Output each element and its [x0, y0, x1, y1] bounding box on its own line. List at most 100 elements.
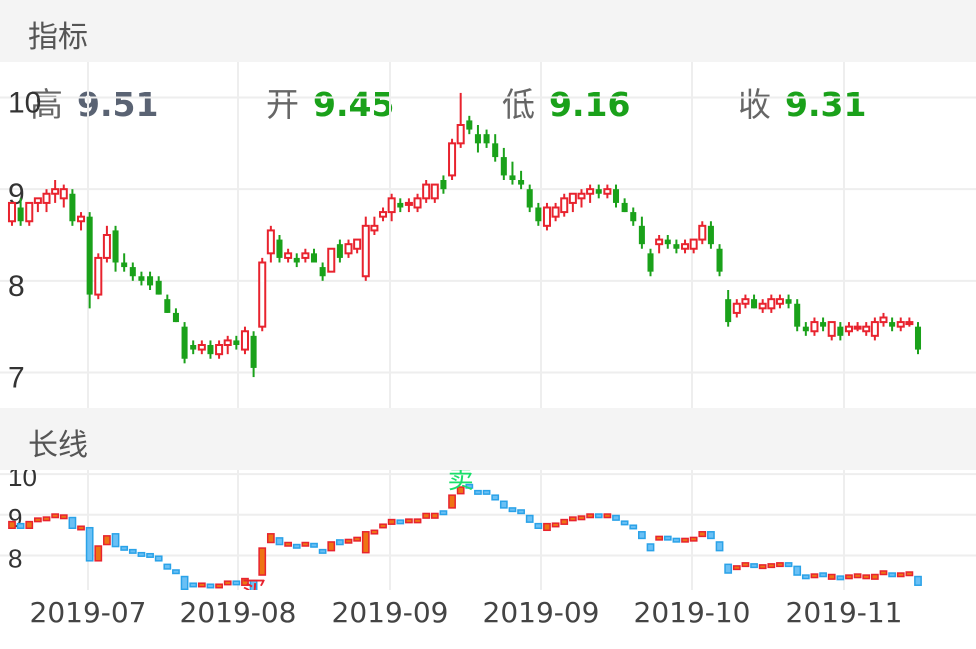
mini-candle — [603, 513, 612, 519]
mini-candle-inner — [95, 546, 101, 561]
candle-body — [673, 244, 680, 249]
mini-candle-inner — [449, 495, 455, 508]
mini-candle — [215, 583, 223, 589]
candle-body — [535, 207, 542, 222]
y-tick-label: 8 — [8, 270, 25, 303]
mini-candle — [344, 538, 353, 544]
mini-candle-inner — [786, 563, 791, 566]
mini-candle-inner — [837, 576, 843, 579]
mini-candle-inner — [492, 495, 498, 500]
x-tick-label: 2019-10 — [633, 596, 751, 629]
mini-candle-inner — [674, 539, 679, 542]
candle — [223, 335, 232, 355]
mini-candle-inner — [9, 522, 15, 528]
mini-candle — [396, 519, 405, 525]
candle-body — [223, 339, 232, 346]
mini-candle — [629, 524, 638, 530]
mini-candle-inner — [863, 575, 869, 578]
candle — [483, 129, 490, 148]
mini-candle — [474, 489, 482, 495]
mini-candle-inner — [803, 575, 809, 578]
candle-body — [266, 229, 275, 255]
mini-candle-inner — [285, 543, 291, 546]
candle — [612, 184, 620, 208]
mini-candle-inner — [898, 573, 904, 576]
mini-candle-inner — [518, 510, 524, 513]
candle — [879, 312, 888, 327]
candle-body — [466, 120, 473, 130]
indicator-section-header: 指标 — [0, 0, 976, 62]
candle — [7, 201, 17, 226]
mini-candle-inner — [544, 524, 550, 530]
candle — [361, 216, 370, 281]
mini-candle — [163, 563, 172, 570]
candle — [500, 147, 507, 180]
mini-candle — [482, 489, 491, 495]
mini-candle-inner — [259, 548, 265, 575]
candle-body — [775, 298, 784, 305]
mini-candle — [499, 500, 508, 509]
candle-body — [387, 197, 396, 214]
mini-candle — [577, 515, 586, 521]
candle — [741, 294, 750, 309]
mini-candle-inner — [354, 538, 360, 541]
x-tick-label: 2019-11 — [785, 596, 903, 629]
candle-body — [17, 207, 24, 222]
mini-candle-inner — [406, 519, 412, 522]
candle — [802, 322, 809, 336]
y-tick-label: 7 — [8, 362, 25, 395]
candle-body — [25, 201, 34, 223]
candle — [844, 322, 853, 336]
mini-candle-inner — [208, 584, 213, 587]
mini-candle-inner — [691, 538, 697, 541]
candle-body — [86, 216, 93, 295]
candle — [138, 271, 145, 286]
candle-body — [456, 124, 465, 145]
candle — [716, 244, 723, 277]
mini-candle — [888, 572, 896, 578]
mini-candle — [180, 575, 189, 590]
mini-candle-inner — [872, 575, 878, 579]
candle — [112, 225, 119, 272]
candle — [276, 235, 283, 263]
mini-candle — [879, 570, 888, 576]
candle-body — [293, 257, 300, 263]
mini-candle-inner — [501, 502, 507, 508]
candle-body — [59, 188, 68, 200]
mini-candle-inner — [906, 572, 912, 575]
mini-candle — [59, 514, 68, 520]
mini-candle — [206, 583, 215, 589]
mini-candle — [914, 575, 922, 586]
candle-body — [33, 197, 42, 204]
mini-candle-inner — [561, 520, 567, 524]
buy-signal-label: 买 — [241, 577, 267, 590]
mini-candle — [543, 522, 551, 532]
candle-body — [164, 299, 171, 313]
candle-body — [518, 180, 525, 185]
candle-body — [612, 189, 620, 203]
candle-body — [500, 157, 507, 176]
candle-body — [440, 180, 447, 190]
mini-candle — [776, 562, 784, 568]
mini-candle — [197, 582, 206, 588]
mini-candle-inner — [432, 514, 438, 518]
candle-body — [586, 188, 595, 195]
candle-body — [630, 212, 637, 222]
mini-candle — [51, 513, 60, 519]
mini-candle — [655, 535, 664, 541]
mini-candle — [68, 516, 77, 529]
mini-candle — [137, 551, 146, 557]
candle-body — [896, 321, 905, 328]
candle — [758, 299, 767, 313]
candle — [837, 322, 844, 341]
candle-body — [250, 335, 257, 368]
mini-candle-inner — [164, 565, 170, 569]
candle-body — [284, 252, 293, 259]
mini-candle — [353, 536, 362, 542]
mini-candle — [94, 545, 103, 562]
mini-candle-inner — [889, 573, 895, 576]
candle-body — [492, 143, 499, 158]
mini-candle-inner — [268, 534, 274, 542]
candle — [767, 294, 776, 313]
candle-body — [707, 225, 714, 245]
